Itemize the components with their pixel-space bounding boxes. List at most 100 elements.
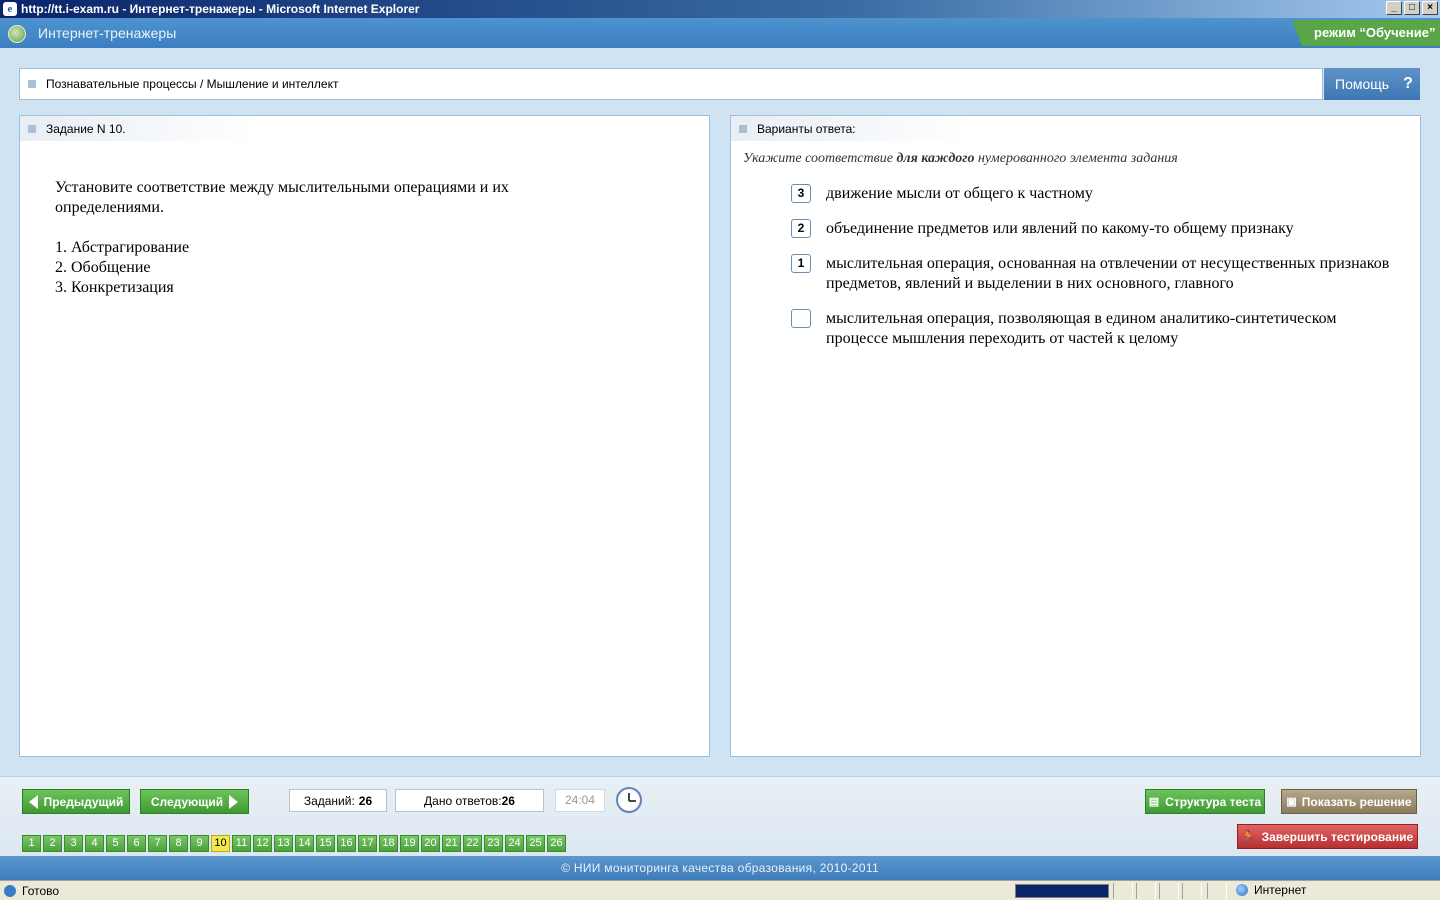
page-button[interactable]: 7 <box>148 835 167 852</box>
security-zone: Интернет <box>1236 883 1306 897</box>
task-heading: Задание N 10. <box>46 121 126 136</box>
task-item: 3. Конкретизация <box>55 279 174 296</box>
status-cell <box>1113 883 1133 899</box>
timer: 24:04 <box>555 789 605 812</box>
task-item: 2. Обобщение <box>55 259 151 276</box>
page-button[interactable]: 22 <box>463 835 482 852</box>
page-button[interactable]: 6 <box>127 835 146 852</box>
window-titlebar: e http://tt.i-exam.ru - Интернет-тренаже… <box>0 0 1440 18</box>
answer-text: объединение предметов или явлений по как… <box>826 220 1294 237</box>
document-icon: ▤ <box>1148 796 1160 808</box>
finish-label: Завершить тестирование <box>1261 829 1414 844</box>
answer-text: мыслительная операция, основанная на отв… <box>826 255 1390 292</box>
finish-test-button[interactable]: 🏃 Завершить тестирование <box>1237 824 1418 849</box>
breadcrumb-text: Познавательные процессы / Мышление и инт… <box>46 77 339 91</box>
task-item: 1. Абстрагирование <box>55 239 190 256</box>
page-button[interactable]: 5 <box>106 835 125 852</box>
answered-count: 26 <box>501 793 515 808</box>
answer-text: мыслительная операция, позволяющая в еди… <box>826 310 1337 347</box>
page-button[interactable]: 3 <box>64 835 83 852</box>
page-navigator: 1 2 3 4 5 6 7 8 9 10 11 12 13 14 15 16 17 18 19 20 21 22 23 24 2… <box>22 835 566 852</box>
help-button[interactable]: Помощь ? <box>1324 68 1420 100</box>
answer-option: мыслительная операция, позволяющая в еди… <box>791 309 1391 349</box>
arrow-left-icon <box>28 794 38 809</box>
page-icon <box>4 884 16 897</box>
page-button[interactable]: 10 <box>211 835 230 852</box>
maximize-button[interactable]: □ <box>1404 1 1420 15</box>
next-button[interactable]: Следующий <box>140 789 249 814</box>
instruction-text: нумерованного элемента задания <box>974 151 1178 166</box>
help-label: Помощь <box>1335 76 1390 92</box>
answer-input[interactable]: 2 <box>791 219 811 238</box>
prev-label: Предыдущий <box>43 794 124 809</box>
page-button[interactable]: 23 <box>484 835 503 852</box>
book-icon: ▣ <box>1286 796 1297 808</box>
ie-icon: e <box>3 2 17 16</box>
page-button[interactable]: 13 <box>274 835 293 852</box>
page-button[interactable]: 15 <box>316 835 335 852</box>
square-bullet-icon <box>739 124 747 133</box>
page-button[interactable]: 12 <box>253 835 272 852</box>
page-button[interactable]: 4 <box>85 835 104 852</box>
page-button[interactable]: 1 <box>22 835 41 852</box>
progress-bar <box>1015 884 1109 898</box>
page-button[interactable]: 9 <box>190 835 209 852</box>
page-button[interactable]: 11 <box>232 835 251 852</box>
window-title: http://tt.i-exam.ru - Интернет-тренажеры… <box>21 2 420 16</box>
zone-label: Интернет <box>1254 883 1307 897</box>
answer-input[interactable] <box>791 309 811 328</box>
answer-option: 3 движение мысли от общего к частному <box>791 184 1391 204</box>
instruction-text: Укажите соответствие <box>743 151 897 166</box>
mode-badge: режим “Обучение” <box>1292 20 1440 46</box>
page-button[interactable]: 14 <box>295 835 314 852</box>
page-button[interactable]: 24 <box>505 835 524 852</box>
instruction-bold: для каждого <box>896 151 975 166</box>
tasks-count-box: Заданий: 26 <box>289 789 387 812</box>
window-controls: _ □ × <box>1386 1 1438 15</box>
answer-option: 1 мыслительная операция, основанная на о… <box>791 254 1391 294</box>
answers-instruction: Укажите соответствие для каждого нумеров… <box>743 151 1178 167</box>
status-cell <box>1136 883 1156 899</box>
clock-icon <box>616 787 642 813</box>
page-button[interactable]: 17 <box>358 835 377 852</box>
test-structure-button[interactable]: ▤ Структура теста <box>1145 789 1265 814</box>
status-text: Готово <box>22 883 60 898</box>
page-button[interactable]: 8 <box>169 835 188 852</box>
status-cell <box>1159 883 1179 899</box>
prev-button[interactable]: Предыдущий <box>22 789 130 814</box>
answers-panel: Варианты ответа: Укажите соответствие дл… <box>730 115 1421 757</box>
task-panel: Задание N 10. Установите соответствие ме… <box>19 115 710 757</box>
status-cell <box>1182 883 1202 899</box>
page-button[interactable]: 18 <box>379 835 398 852</box>
solution-label: Показать решение <box>1301 794 1412 809</box>
page-button[interactable]: 25 <box>526 835 545 852</box>
answers-panel-header: Варианты ответа: <box>731 116 1126 141</box>
close-button[interactable]: × <box>1422 1 1438 15</box>
globe-icon <box>1236 884 1248 896</box>
answered-label: Дано ответов: <box>424 793 502 808</box>
task-items: 1. Абстрагирование 2. Обобщение 3. Конкр… <box>55 238 615 298</box>
square-bullet-icon <box>28 124 36 133</box>
tasks-count: 26 <box>358 793 373 808</box>
app-title: Интернет-тренажеры <box>38 25 177 41</box>
task-question: Установите соответствие между мыслительн… <box>55 178 615 298</box>
square-bullet-icon <box>28 80 36 88</box>
question-mark-icon: ? <box>1403 75 1413 92</box>
page-button[interactable]: 21 <box>442 835 461 852</box>
structure-label: Структура теста <box>1165 794 1262 809</box>
arrow-right-icon <box>229 794 239 809</box>
page-button[interactable]: 2 <box>43 835 62 852</box>
minimize-button[interactable]: _ <box>1386 1 1402 15</box>
answer-input[interactable]: 1 <box>791 254 811 273</box>
show-solution-button[interactable]: ▣ Показать решение <box>1281 789 1417 814</box>
page-button[interactable]: 16 <box>337 835 356 852</box>
page-button[interactable]: 26 <box>547 835 566 852</box>
page-button[interactable]: 19 <box>400 835 419 852</box>
app-logo-icon <box>8 25 26 43</box>
answer-input[interactable]: 3 <box>791 184 811 203</box>
answer-text: движение мысли от общего к частному <box>826 185 1093 202</box>
page-button[interactable]: 20 <box>421 835 440 852</box>
breadcrumb: Познавательные процессы / Мышление и инт… <box>19 68 1323 100</box>
task-prompt: Установите соответствие между мыслительн… <box>55 179 509 216</box>
task-panel-header: Задание N 10. <box>20 116 415 141</box>
